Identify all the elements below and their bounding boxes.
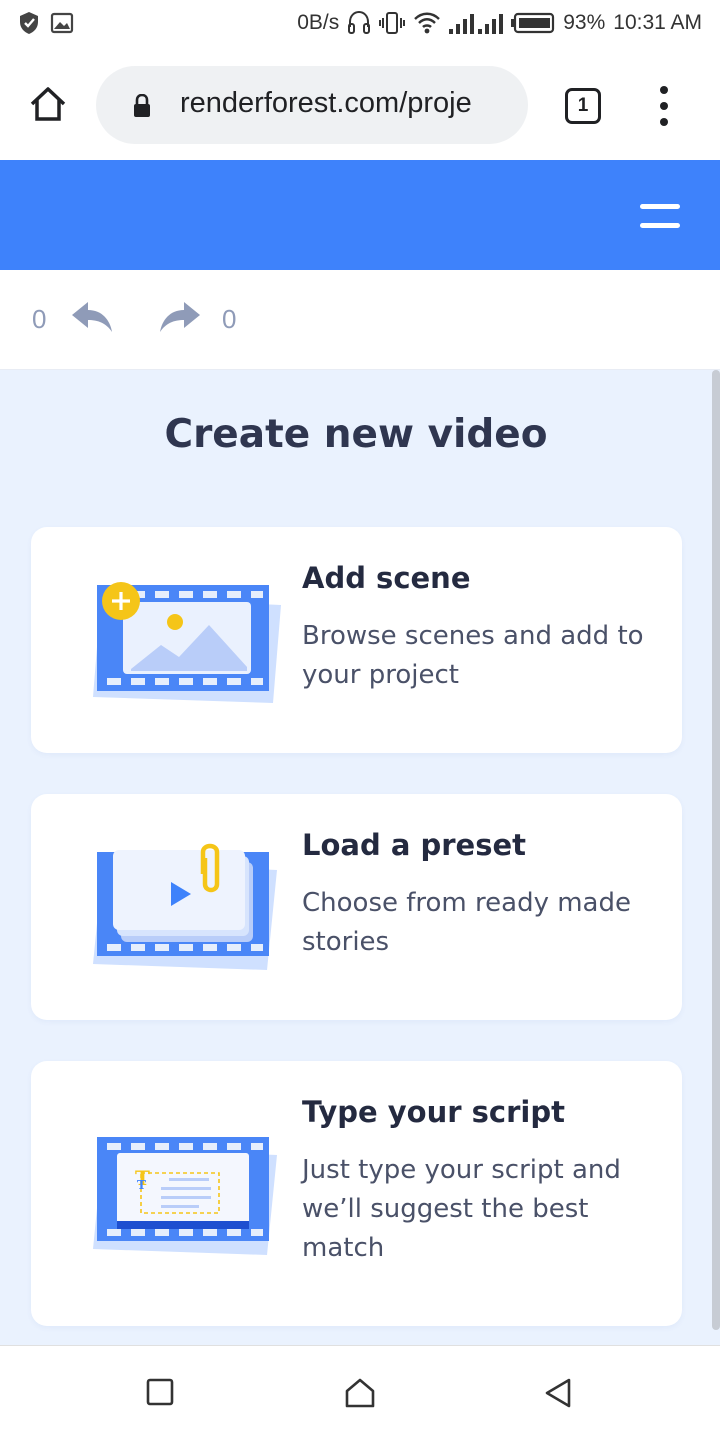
app-header	[0, 160, 720, 270]
add-scene-illustration	[91, 567, 291, 717]
type-script-description: Just type your script and we’ll suggest …	[302, 1155, 621, 1263]
add-scene-description: Browse scenes and add to your project	[302, 621, 644, 690]
system-nav-bar	[0, 1345, 720, 1440]
page-title: Create new video	[164, 412, 548, 457]
add-scene-card[interactable]: Add scene Browse scenes and add to your …	[31, 527, 682, 753]
load-preset-card[interactable]: Load a preset Choose from ready made sto…	[31, 794, 682, 1020]
history-bar: 0 0	[0, 270, 720, 370]
create-video-panel: Create new video Add scene Browse scenes…	[0, 370, 720, 1345]
type-script-title: Type your script	[302, 1095, 565, 1129]
network-speed: 0B/s	[297, 11, 340, 34]
load-preset-description: Choose from ready made stories	[302, 888, 631, 957]
type-script-illustration: T T	[91, 1123, 291, 1273]
svg-text:T: T	[137, 1178, 146, 1192]
wifi-icon	[413, 11, 441, 35]
status-left-icons	[18, 11, 74, 39]
battery-percent: 93%	[563, 11, 606, 34]
headset-icon	[347, 10, 371, 36]
url-text: renderforest.com/proje	[180, 87, 472, 119]
undo-count: 0	[32, 304, 47, 334]
type-script-card[interactable]: T T Type your script Just type your scri…	[31, 1061, 682, 1326]
redo-icon[interactable]	[158, 300, 202, 338]
tab-count: 1	[577, 95, 589, 116]
shield-icon	[18, 11, 40, 39]
lock-icon	[132, 93, 152, 122]
address-bar[interactable]: renderforest.com/proje	[96, 66, 528, 144]
recents-icon[interactable]	[146, 1378, 174, 1410]
clock: 10:31 AM	[613, 11, 702, 34]
back-icon[interactable]	[544, 1378, 572, 1412]
undo-icon[interactable]	[70, 300, 114, 338]
redo-count: 0	[222, 304, 237, 334]
browser-toolbar: renderforest.com/proje 1	[0, 50, 720, 160]
load-preset-illustration	[91, 834, 291, 984]
hamburger-menu-icon[interactable]	[640, 204, 680, 228]
load-preset-title: Load a preset	[302, 828, 527, 862]
more-vert-icon[interactable]	[652, 86, 676, 126]
signal-icon	[449, 11, 504, 35]
image-icon	[50, 11, 74, 39]
home-icon	[28, 85, 68, 127]
scrollbar[interactable]	[712, 370, 720, 1330]
tabs-button[interactable]: 1	[565, 88, 601, 124]
add-scene-title: Add scene	[302, 561, 471, 595]
vibrate-icon	[379, 10, 406, 36]
battery-icon	[511, 12, 555, 34]
browser-home-button[interactable]	[26, 84, 70, 128]
status-right: 0B/s 93% 10:31 AM	[297, 10, 702, 36]
home-icon[interactable]	[344, 1378, 376, 1412]
status-bar: 0B/s 93% 10:31 AM	[0, 0, 720, 50]
